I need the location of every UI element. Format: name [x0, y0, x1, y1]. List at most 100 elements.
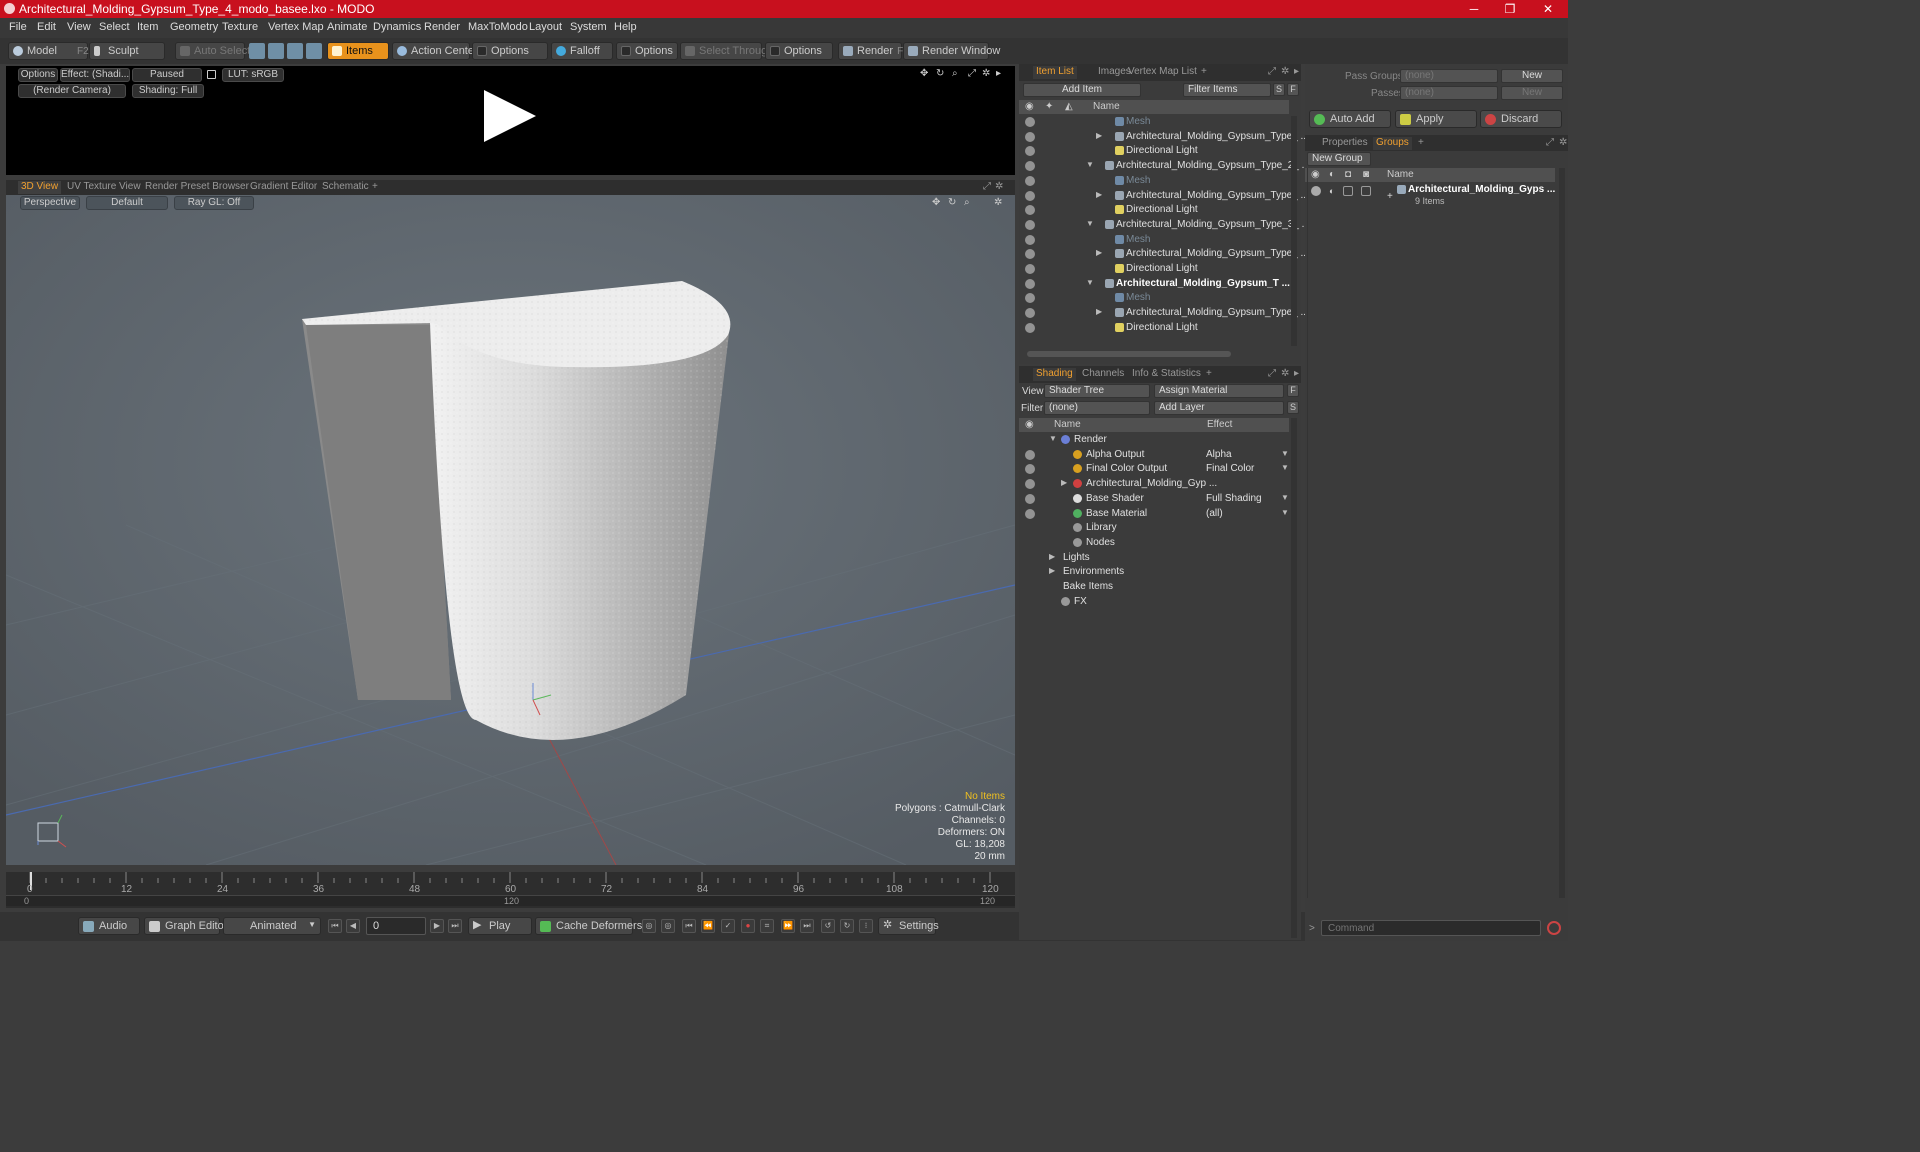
- model-mode-button[interactable]: Model F2: [8, 42, 89, 60]
- falloff-button[interactable]: Falloff: [551, 42, 613, 60]
- camera-dropdown[interactable]: (Render Camera): [18, 84, 126, 98]
- keyframe-icon[interactable]: ◎: [661, 919, 675, 933]
- menu-vertex-map[interactable]: Vertex Map: [268, 21, 324, 33]
- keyframe-icon[interactable]: ◎: [642, 919, 656, 933]
- animated-dropdown[interactable]: Animated ▼: [223, 917, 321, 935]
- assign-material-dropdown[interactable]: Assign Material: [1154, 384, 1284, 398]
- tab-uv-texture-view[interactable]: UV Texture View: [64, 181, 144, 194]
- chevron-down-icon[interactable]: ▼: [1281, 449, 1289, 458]
- visibility-eye-icon[interactable]: [1025, 131, 1035, 142]
- falloff-options-button[interactable]: Options: [616, 42, 678, 60]
- item-list-row[interactable]: Directional Light: [1019, 262, 1289, 277]
- item-list-row[interactable]: ▶ Architectural_Molding_Gypsum_Type_ ...: [1019, 306, 1309, 321]
- discard-button[interactable]: Discard: [1480, 110, 1562, 128]
- tab-channels[interactable]: Channels: [1079, 368, 1127, 381]
- pan-icon[interactable]: ✥: [920, 69, 930, 79]
- lut-dropdown[interactable]: LUT: sRGB: [222, 68, 284, 82]
- perspective-dropdown[interactable]: Perspective: [20, 196, 80, 210]
- record-command-icon[interactable]: [1547, 921, 1561, 935]
- item-list-row[interactable]: Mesh: [1019, 174, 1289, 189]
- apply-button[interactable]: Apply: [1395, 110, 1477, 128]
- items-mode-button[interactable]: Items: [327, 42, 389, 60]
- menu-geometry[interactable]: Geometry: [170, 21, 218, 33]
- chevron-right-icon[interactable]: ▸: [996, 69, 1006, 79]
- shader-layer-effect[interactable]: Alpha: [1206, 449, 1232, 460]
- go-to-end-icon[interactable]: ⏭: [448, 919, 462, 933]
- chevron-down-icon[interactable]: ▼: [1049, 434, 1057, 443]
- pan-icon[interactable]: ✥: [932, 198, 942, 208]
- loop-icon[interactable]: ↺: [821, 919, 835, 933]
- maximize-icon[interactable]: ⤢: [968, 69, 978, 79]
- group-row[interactable]: ◐ + Architectural_Molding_Gyps ... 9 Ite…: [1305, 183, 1555, 213]
- polygons-mode-icon[interactable]: [287, 43, 303, 59]
- next-key-icon[interactable]: ⏩: [781, 919, 795, 933]
- prev-key-icon[interactable]: ⏪: [701, 919, 715, 933]
- chevron-right-icon[interactable]: ▶: [1049, 566, 1055, 575]
- minimize-button[interactable]: ─: [1456, 0, 1492, 18]
- visibility-eye-icon[interactable]: [1025, 161, 1035, 172]
- visibility-eye-icon[interactable]: [1025, 449, 1035, 460]
- shader-layer-effect[interactable]: (all): [1206, 508, 1223, 519]
- new-pass-button[interactable]: New: [1501, 86, 1563, 100]
- materials-mode-icon[interactable]: [306, 43, 322, 59]
- play-icon[interactable]: [484, 90, 536, 142]
- tab-3d-view[interactable]: 3D View: [18, 181, 62, 194]
- lock-checkbox[interactable]: [1343, 186, 1353, 196]
- timeline[interactable]: 0 12 24 36 48 60 72 84 96 108 120 0 120 …: [6, 872, 1015, 908]
- item-list-row[interactable]: ▶ Architectural_Molding_Gypsum_Type_ ...: [1019, 130, 1309, 145]
- audio-button[interactable]: Audio: [78, 917, 140, 935]
- menu-edit[interactable]: Edit: [37, 21, 56, 33]
- preview-options-button[interactable]: Options: [18, 68, 58, 82]
- add-tab-button[interactable]: +: [369, 181, 381, 194]
- sculpt-mode-button[interactable]: Sculpt: [89, 42, 165, 60]
- loop-icon[interactable]: ↻: [840, 919, 854, 933]
- menu-dynamics[interactable]: Dynamics: [373, 21, 421, 33]
- render-button[interactable]: RenderF9: [838, 42, 909, 60]
- add-item-dropdown[interactable]: Add Item: [1023, 83, 1141, 97]
- visibility-eye-icon[interactable]: [1025, 264, 1035, 274]
- zoom-icon[interactable]: ⌕: [964, 198, 974, 208]
- play-button[interactable]: ▶ Play: [468, 917, 532, 935]
- menu-maxtomodo[interactable]: MaxToModo: [468, 21, 528, 33]
- add-tab-button[interactable]: +: [1198, 66, 1210, 79]
- visibility-eye-icon[interactable]: [1025, 117, 1035, 127]
- item-list-row[interactable]: ▼ Architectural_Molding_Gypsum_Type_2_ ..…: [1019, 159, 1310, 174]
- add-tab-button[interactable]: +: [1415, 137, 1427, 150]
- item-list-row[interactable]: Mesh: [1019, 291, 1289, 306]
- visibility-eye-icon[interactable]: [1025, 249, 1035, 260]
- rotate-icon[interactable]: ↻: [948, 198, 958, 208]
- maximize-button[interactable]: ❐: [1492, 0, 1528, 18]
- shader-tree-row[interactable]: Final Color Output Final Color ▼: [1019, 462, 1289, 477]
- graph-editor-button[interactable]: Graph Editor: [144, 917, 227, 935]
- new-group-button[interactable]: New Group: [1307, 152, 1371, 166]
- shader-tree-row[interactable]: Base Material (all) ▼: [1019, 507, 1289, 522]
- vertices-mode-icon[interactable]: [249, 43, 265, 59]
- gear-icon[interactable]: ✲: [982, 69, 992, 79]
- chevron-right-icon[interactable]: ▶: [1096, 190, 1102, 199]
- gear-icon[interactable]: ✲: [1556, 137, 1570, 150]
- passes-dropdown[interactable]: (none): [1400, 86, 1498, 100]
- command-input[interactable]: [1321, 920, 1541, 936]
- visibility-eye-icon[interactable]: [1025, 219, 1035, 230]
- shading-f-button[interactable]: F: [1287, 384, 1299, 397]
- render-icon[interactable]: ◐: [1329, 186, 1334, 196]
- shader-layer-effect[interactable]: Final Color: [1206, 463, 1254, 474]
- visibility-eye-icon[interactable]: [1025, 205, 1035, 216]
- render-window-button[interactable]: Render Window: [903, 42, 1000, 60]
- chevron-right-icon[interactable]: ▶: [1096, 307, 1102, 316]
- menu-item[interactable]: Item: [137, 21, 158, 33]
- expand-icon[interactable]: ⤢: [1265, 368, 1279, 381]
- rotate-icon[interactable]: ↻: [936, 69, 946, 79]
- item-list-row[interactable]: ▶ Architectural_Molding_Gypsum_Type_ ...: [1019, 247, 1309, 262]
- effect-dropdown[interactable]: Effect: (Shadi...: [60, 68, 130, 82]
- chevron-down-icon[interactable]: ▼: [1086, 219, 1094, 228]
- filter-dropdown[interactable]: (none): [1044, 401, 1150, 415]
- chevron-right-icon[interactable]: ▶: [1096, 248, 1102, 257]
- tab-schematic[interactable]: Schematic: [319, 181, 372, 194]
- add-layer-dropdown[interactable]: Add Layer: [1154, 401, 1284, 415]
- chevron-down-icon[interactable]: ▼: [1281, 463, 1289, 472]
- record-icon[interactable]: ●: [741, 919, 755, 933]
- gear-icon[interactable]: ✲: [994, 198, 1004, 208]
- visibility-eye-icon[interactable]: [1025, 175, 1035, 186]
- menu-help[interactable]: Help: [614, 21, 637, 33]
